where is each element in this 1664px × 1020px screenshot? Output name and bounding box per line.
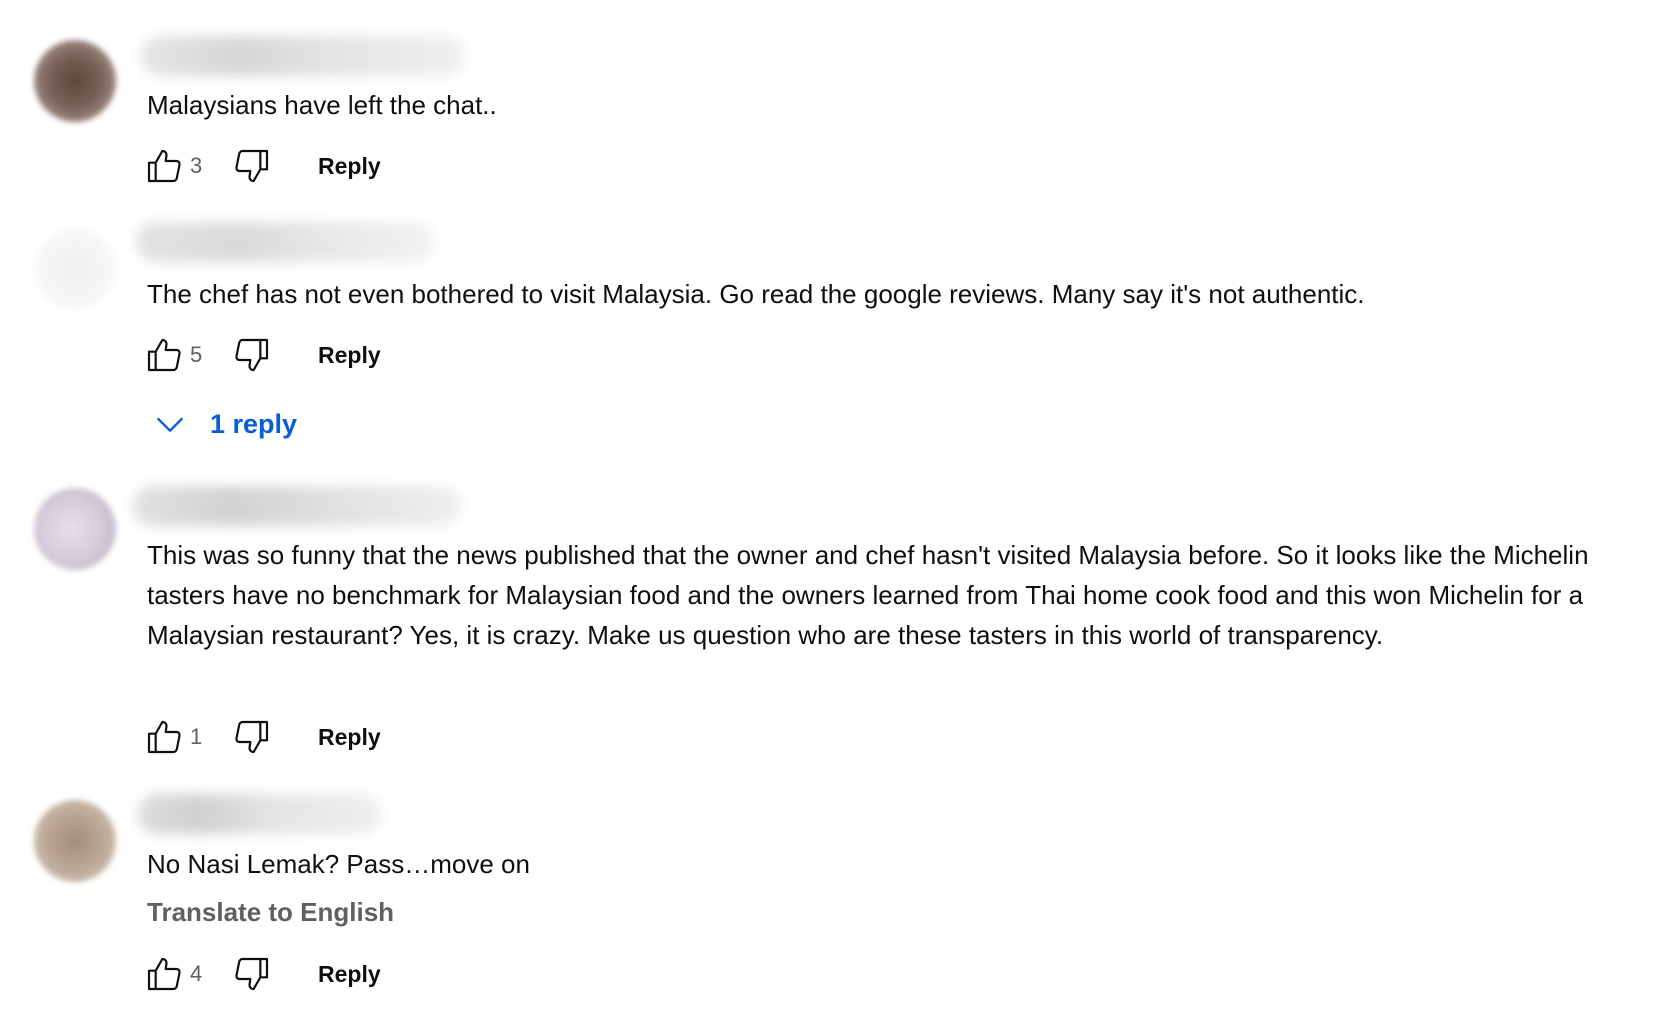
thumbs-up-icon [147, 957, 181, 991]
translate-button[interactable]: Translate to English [147, 896, 394, 928]
avatar[interactable] [34, 800, 116, 882]
like-count: 4 [190, 961, 203, 986]
thumbs-down-icon [235, 957, 269, 991]
reply-button[interactable]: Reply [318, 961, 381, 988]
author-name-redacted[interactable] [137, 794, 382, 834]
comment-text: No Nasi Lemak? Pass…move on [147, 849, 530, 879]
comment-4: No Nasi Lemak? Pass…move on Translate to… [0, 0, 1664, 1020]
dislike-button[interactable] [230, 952, 274, 996]
like-button[interactable] [142, 952, 186, 996]
comment-actions: 4 Reply [142, 952, 381, 996]
